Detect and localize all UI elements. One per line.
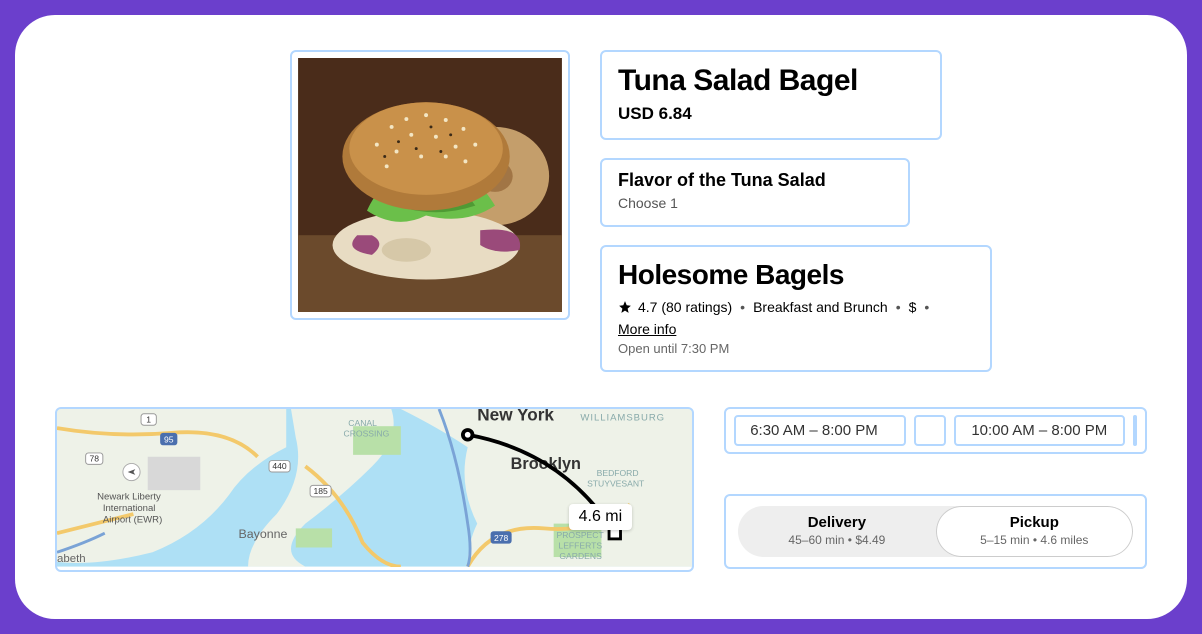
delivery-label: Delivery bbox=[748, 514, 925, 531]
product-info-column: Tuna Salad Bagel USD 6.84 Flavor of the … bbox=[600, 50, 992, 372]
delivery-pill[interactable]: Delivery 45–60 min • $4.49 bbox=[738, 506, 935, 557]
svg-text:STUYVESANT: STUYVESANT bbox=[587, 478, 645, 488]
restaurant-price-tier: $ bbox=[909, 299, 917, 315]
delivery-map[interactable]: New York Brooklyn WILLIAMSBURG CANAL CRO… bbox=[55, 407, 694, 572]
separator-dot bbox=[922, 299, 931, 315]
svg-text:278: 278 bbox=[494, 533, 509, 543]
svg-text:78: 78 bbox=[89, 454, 99, 464]
hours-slot-1[interactable]: 6:30 AM – 8:00 PM bbox=[734, 415, 905, 446]
product-title-box: Tuna Salad Bagel USD 6.84 bbox=[600, 50, 942, 140]
separator-dot bbox=[738, 299, 747, 315]
pickup-label: Pickup bbox=[946, 514, 1123, 531]
svg-text:LEFFERTS: LEFFERTS bbox=[558, 540, 602, 550]
svg-text:1: 1 bbox=[146, 414, 151, 424]
product-header-row: Tuna Salad Bagel USD 6.84 Flavor of the … bbox=[290, 50, 1202, 372]
svg-text:PROSPECT: PROSPECT bbox=[557, 530, 605, 540]
restaurant-box: Holesome Bagels 4.7 (80 ratings) Breakfa… bbox=[600, 245, 992, 372]
svg-text:Newark Liberty: Newark Liberty bbox=[97, 492, 161, 503]
map-distance-chip: 4.6 mi bbox=[569, 504, 633, 530]
svg-text:CROSSING: CROSSING bbox=[344, 429, 390, 439]
map-label-ny: New York bbox=[477, 409, 554, 424]
svg-text:185: 185 bbox=[313, 486, 328, 496]
svg-text:Bayonne: Bayonne bbox=[238, 527, 287, 541]
product-price: USD 6.84 bbox=[618, 104, 924, 124]
separator-dot bbox=[894, 299, 903, 315]
page-container: Tuna Salad Bagel USD 6.84 Flavor of the … bbox=[15, 15, 1187, 619]
svg-text:95: 95 bbox=[164, 434, 174, 444]
pickup-pill[interactable]: Pickup 5–15 min • 4.6 miles bbox=[936, 506, 1133, 557]
hours-box: 6:30 AM – 8:00 PM 10:00 AM – 8:00 PM bbox=[724, 407, 1147, 454]
fulfillment-toggle: Delivery 45–60 min • $4.49 Pickup 5–15 m… bbox=[738, 506, 1133, 557]
hours-tail bbox=[1133, 415, 1137, 446]
open-until: Open until 7:30 PM bbox=[618, 341, 974, 356]
star-icon bbox=[618, 300, 632, 314]
restaurant-rating: 4.7 (80 ratings) bbox=[638, 299, 732, 315]
delivery-sub: 45–60 min • $4.49 bbox=[748, 533, 925, 547]
product-photo bbox=[290, 50, 570, 320]
restaurant-meta: 4.7 (80 ratings) Breakfast and Brunch $ … bbox=[618, 299, 974, 337]
hours-slot-2[interactable]: 10:00 AM – 8:00 PM bbox=[954, 415, 1125, 446]
bottom-row: New York Brooklyn WILLIAMSBURG CANAL CRO… bbox=[55, 407, 1147, 572]
hours-slot-empty bbox=[914, 415, 946, 446]
more-info-link[interactable]: More info bbox=[618, 321, 676, 337]
svg-text:Airport (EWR): Airport (EWR) bbox=[103, 515, 162, 526]
svg-text:440: 440 bbox=[272, 461, 287, 471]
svg-text:GARDENS: GARDENS bbox=[559, 551, 602, 561]
svg-text:abeth: abeth bbox=[57, 553, 86, 565]
restaurant-name: Holesome Bagels bbox=[618, 259, 974, 291]
pickup-sub: 5–15 min • 4.6 miles bbox=[946, 533, 1123, 547]
svg-text:CANAL: CANAL bbox=[348, 418, 377, 428]
right-column: 6:30 AM – 8:00 PM 10:00 AM – 8:00 PM Del… bbox=[724, 407, 1147, 572]
restaurant-category: Breakfast and Brunch bbox=[753, 299, 888, 315]
svg-text:WILLIAMSBURG: WILLIAMSBURG bbox=[580, 412, 665, 423]
product-name: Tuna Salad Bagel bbox=[618, 64, 924, 98]
flavor-selector-box[interactable]: Flavor of the Tuna Salad Choose 1 bbox=[600, 158, 910, 227]
flavor-sub: Choose 1 bbox=[618, 195, 892, 211]
svg-text:BEDFORD: BEDFORD bbox=[597, 468, 639, 478]
svg-text:International: International bbox=[103, 503, 156, 514]
flavor-heading: Flavor of the Tuna Salad bbox=[618, 170, 892, 191]
fulfillment-box: Delivery 45–60 min • $4.49 Pickup 5–15 m… bbox=[724, 494, 1147, 569]
